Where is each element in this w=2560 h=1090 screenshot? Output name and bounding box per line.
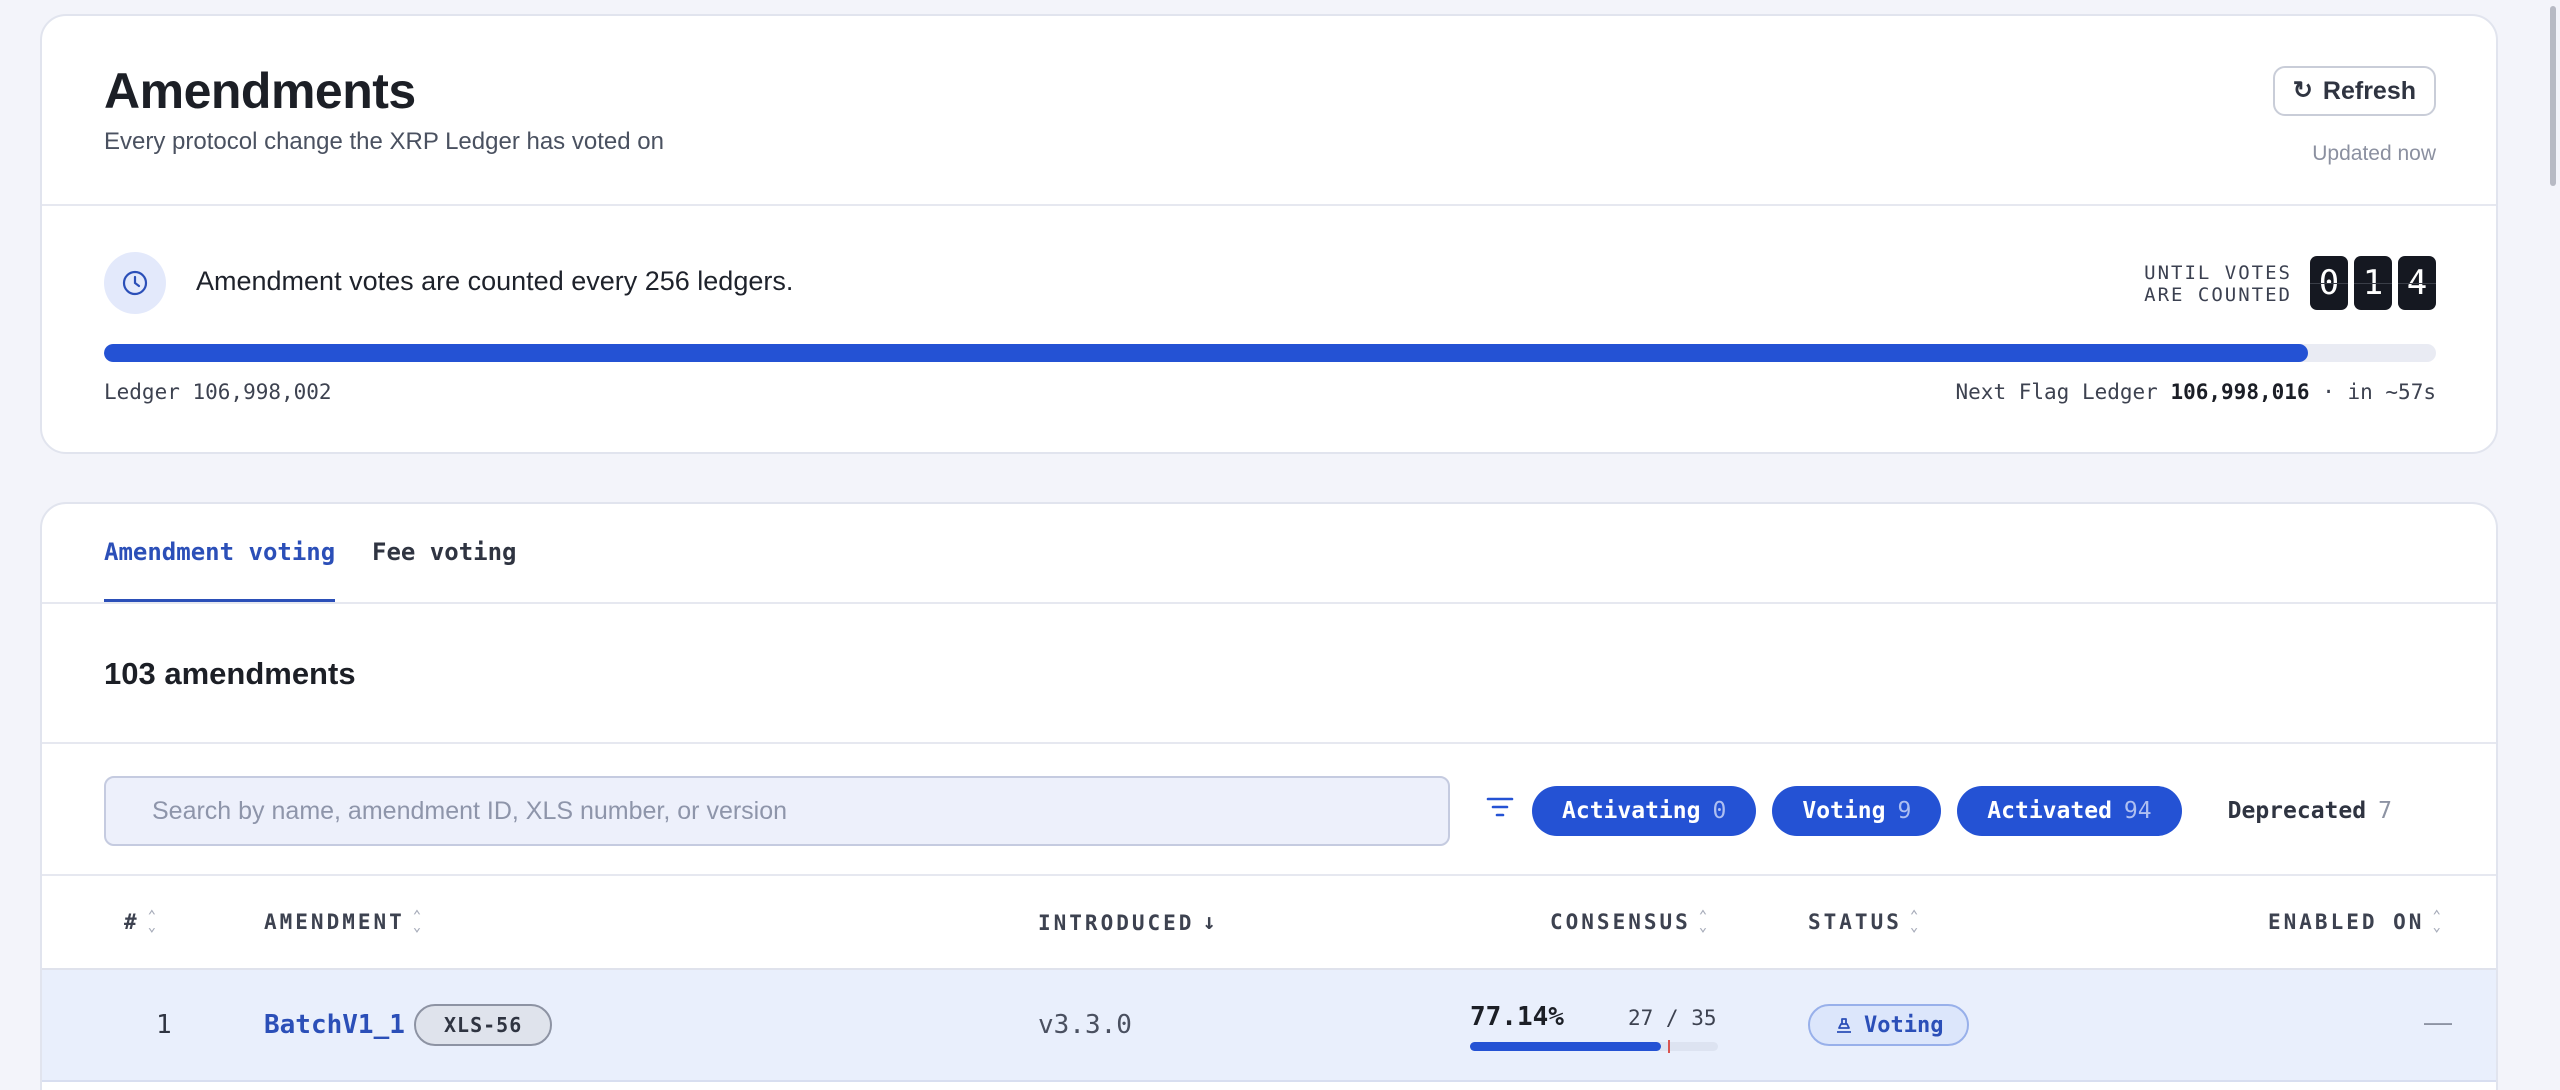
consensus-ratio: 27 / 35 — [1628, 1006, 1717, 1030]
search-input[interactable]: Search by name, amendment ID, XLS number… — [104, 776, 1450, 846]
page-title: Amendments — [104, 63, 416, 119]
page-scrollbar[interactable] — [2546, 0, 2560, 1090]
filter-chip-activating[interactable]: Activating 0 — [1532, 786, 1757, 836]
consensus-percent: 77.14% — [1470, 1002, 1564, 1032]
scrollbar-thumb[interactable] — [2550, 6, 2556, 186]
countdown-label: UNTIL VOTES ARE COUNTED — [2144, 262, 2292, 306]
countdown-digit: 0 — [2310, 256, 2348, 310]
refresh-icon: ↻ — [2292, 77, 2313, 104]
sort-icon: ⌃ ⌄ — [147, 907, 157, 935]
vote-icon — [1837, 1018, 1851, 1033]
consensus-bar — [1470, 1040, 1718, 1053]
page-header: Amendments Every protocol change the XRP… — [42, 16, 2496, 206]
column-header-status[interactable]: STATUS ⌃ ⌄ — [1808, 907, 1919, 935]
countdown-digit: 4 — [2398, 256, 2436, 310]
status-badge: Voting — [1808, 1004, 1970, 1046]
amendments-count: 103 amendments — [104, 656, 356, 691]
amendment-name-link[interactable]: BatchV1_1 — [264, 1010, 405, 1040]
refresh-button[interactable]: ↻ Refresh — [2272, 66, 2436, 116]
next-flag-ledger: Next Flag Ledger 106,998,016 · in ~57s — [1955, 380, 2436, 404]
voting-summary-card: Amendments Every protocol change the XRP… — [40, 14, 2498, 454]
column-header-enabled-on[interactable]: ENABLED ON ⌃ ⌄ — [2268, 907, 2441, 935]
table-row[interactable]: 1 BatchV1_1 XLS-56 v3.3.0 77.14% 27 / 35… — [42, 970, 2496, 1082]
sort-desc-icon: ↓ — [1202, 910, 1216, 935]
tab-fee-voting[interactable]: Fee voting — [372, 538, 517, 602]
vote-interval-message: Amendment votes are counted every 256 le… — [196, 266, 794, 296]
flag-ledger-countdown: Amendment votes are counted every 256 le… — [42, 206, 2496, 452]
column-header-consensus[interactable]: CONSENSUS ⌃ ⌄ — [1550, 907, 1708, 935]
table-header: # ⌃ ⌄ AMENDMENT ⌃ ⌄ INTRODUCED ↓ CONSENSUS ⌃ ⌄ … — [42, 876, 2496, 970]
consensus-bar-fill — [1470, 1042, 1662, 1051]
xls-badge[interactable]: XLS-56 — [414, 1004, 553, 1046]
column-header-number[interactable]: # ⌃ ⌄ — [124, 907, 157, 935]
flag-ledger-progress-fill — [104, 344, 2308, 362]
sort-icon: ⌃ ⌄ — [412, 907, 422, 935]
consensus-threshold-marker — [1668, 1040, 1671, 1053]
tab-bar: Amendment voting Fee voting — [42, 504, 2496, 604]
enabled-on: — — [2424, 1006, 2452, 1037]
flag-ledger-progress — [104, 344, 2436, 362]
refresh-label: Refresh — [2322, 76, 2416, 105]
countdown-digit: 1 — [2354, 256, 2392, 310]
page-subtitle: Every protocol change the XRP Ledger has… — [104, 128, 664, 155]
sort-icon: ⌃ ⌄ — [1909, 907, 1919, 935]
filter-bar: Search by name, amendment ID, XLS number… — [42, 744, 2496, 876]
amendments-count-row: 103 amendments — [42, 604, 2496, 744]
tab-amendment-voting[interactable]: Amendment voting — [104, 538, 336, 602]
introduced-version: v3.3.0 — [1038, 1010, 1132, 1040]
countdown-digits: 0 1 4 — [2310, 256, 2436, 310]
sort-icon: ⌃ ⌄ — [2432, 907, 2441, 935]
filter-chip-activated[interactable]: Activated 94 — [1957, 786, 2182, 836]
clock-icon — [104, 252, 166, 314]
column-header-introduced[interactable]: INTRODUCED ↓ — [1038, 910, 1216, 935]
row-number: 1 — [156, 1010, 172, 1040]
current-ledger: Ledger 106,998,002 — [104, 380, 332, 404]
updated-status: Updated now — [2312, 142, 2436, 165]
column-header-amendment[interactable]: AMENDMENT ⌃ ⌄ — [264, 907, 422, 935]
filter-icon[interactable] — [1486, 796, 1514, 823]
filter-chip-deprecated[interactable]: Deprecated 7 — [2198, 786, 2422, 836]
amendments-card: Amendment voting Fee voting 103 amendmen… — [40, 502, 2498, 1090]
sort-icon: ⌃ ⌄ — [1698, 907, 1708, 935]
filter-chip-voting[interactable]: Voting 9 — [1772, 786, 1942, 836]
